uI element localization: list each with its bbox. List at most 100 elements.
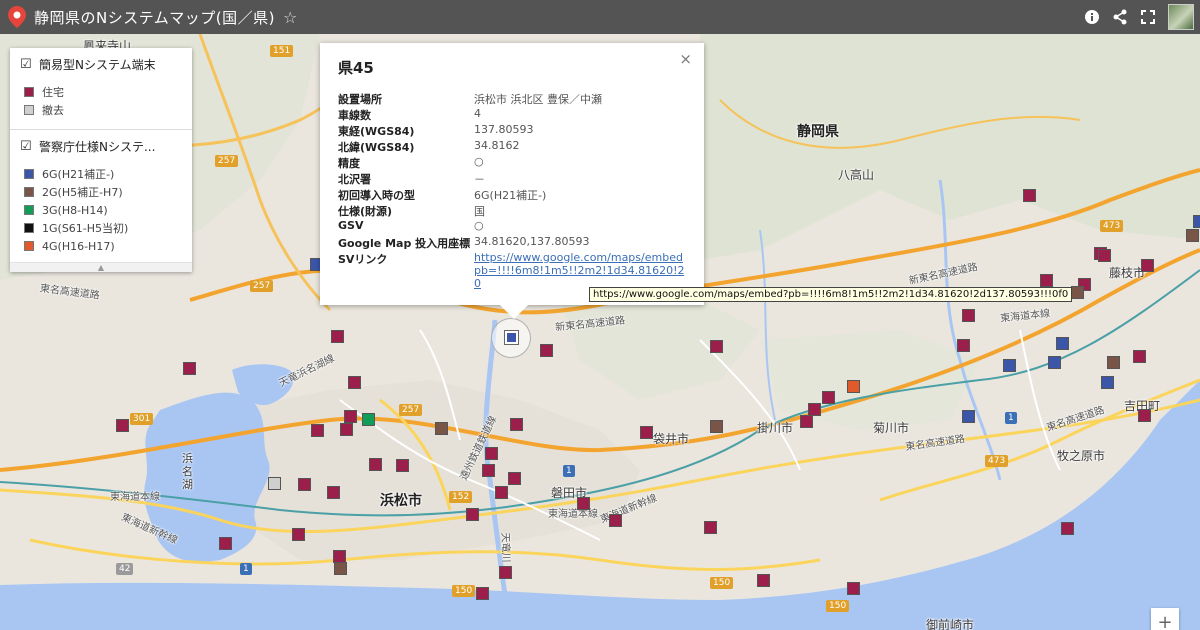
- road-shield: 42: [116, 563, 134, 575]
- map-marker[interactable]: [1098, 249, 1111, 262]
- map-marker[interactable]: [396, 459, 409, 472]
- map-marker[interactable]: [482, 464, 495, 477]
- layer-title[interactable]: 警察庁仕様Nシステ...: [39, 138, 155, 155]
- legend-label: 1G(S61-H5当初): [42, 222, 129, 235]
- user-avatar[interactable]: [1168, 4, 1194, 30]
- map-marker[interactable]: [962, 410, 975, 423]
- map-marker[interactable]: [311, 424, 324, 437]
- sv-link[interactable]: pb=!!!!6m8!1m5!!2m2!1d34.81620!2d137: [474, 264, 684, 277]
- attribute-value: 浜松市 浜北区 豊保／中瀬: [474, 93, 602, 106]
- map-marker[interactable]: [495, 486, 508, 499]
- map-marker[interactable]: [577, 497, 590, 510]
- map-marker[interactable]: [1141, 259, 1154, 272]
- map-marker[interactable]: [499, 566, 512, 579]
- legend-swatch: [24, 105, 34, 115]
- map-marker[interactable]: [822, 391, 835, 404]
- map-marker[interactable]: [1040, 274, 1053, 287]
- legend-collapse-handle[interactable]: ▲: [10, 262, 192, 272]
- map-marker[interactable]: [268, 477, 281, 490]
- map-marker[interactable]: [609, 514, 622, 527]
- road-shield: 1: [563, 465, 575, 477]
- layer-checkbox[interactable]: ☑: [20, 140, 33, 153]
- map-marker[interactable]: [292, 528, 305, 541]
- map-marker[interactable]: [219, 537, 232, 550]
- map-marker[interactable]: [540, 344, 553, 357]
- sv-link[interactable]: https://www.google.com/maps/embed: [474, 251, 684, 264]
- map-marker[interactable]: [510, 418, 523, 431]
- map-marker[interactable]: [435, 422, 448, 435]
- map-marker[interactable]: [962, 309, 975, 322]
- road-shield: 1: [240, 563, 252, 575]
- map-marker[interactable]: [1048, 356, 1061, 369]
- star-icon[interactable]: ☆: [283, 8, 297, 27]
- close-icon[interactable]: ×: [679, 50, 692, 68]
- map-marker[interactable]: [1133, 350, 1146, 363]
- map-marker-selected[interactable]: [505, 331, 518, 344]
- zoom-in-button[interactable]: +: [1151, 608, 1179, 630]
- map-marker[interactable]: [331, 330, 344, 343]
- map-marker[interactable]: [710, 420, 723, 433]
- legend-item[interactable]: 2G(H5補正-H7): [20, 183, 182, 201]
- map-marker[interactable]: [508, 472, 521, 485]
- map-marker[interactable]: [957, 339, 970, 352]
- legend-layer-2: ☑ 警察庁仕様Nシステ... 6G(H21補正-) 2G(H5補正-H7) 3G…: [10, 130, 192, 261]
- legend-swatch: [24, 205, 34, 215]
- legend-item[interactable]: 撤去: [20, 101, 182, 119]
- legend-item[interactable]: 4G(H16-H17): [20, 237, 182, 255]
- map-marker[interactable]: [1101, 376, 1114, 389]
- map-marker[interactable]: [369, 458, 382, 471]
- map-marker[interactable]: [640, 426, 653, 439]
- attribute-row: Google Map 投入用座標 34.81620,137.80593: [338, 235, 684, 251]
- legend-label: 撤去: [42, 104, 64, 117]
- legend-swatch: [24, 169, 34, 179]
- legend-swatch: [24, 241, 34, 251]
- legend-item[interactable]: 6G(H21補正-): [20, 165, 182, 183]
- map-marker[interactable]: [485, 447, 498, 460]
- info-window-tail: [500, 305, 528, 319]
- map-marker[interactable]: [1056, 337, 1069, 350]
- fullscreen-icon[interactable]: [1140, 9, 1156, 25]
- map-marker[interactable]: [847, 380, 860, 393]
- map-marker[interactable]: [1193, 215, 1200, 228]
- map-marker[interactable]: [847, 582, 860, 595]
- map-marker[interactable]: [710, 340, 723, 353]
- map-marker[interactable]: [1138, 409, 1151, 422]
- map-marker[interactable]: [183, 362, 196, 375]
- map-marker[interactable]: [1186, 229, 1199, 242]
- map-marker[interactable]: [362, 413, 375, 426]
- map-marker[interactable]: [476, 587, 489, 600]
- map-marker[interactable]: [327, 486, 340, 499]
- info-icon[interactable]: [1084, 9, 1100, 25]
- map-marker[interactable]: [1003, 359, 1016, 372]
- map-marker[interactable]: [1071, 286, 1084, 299]
- legend-item[interactable]: 住宅: [20, 83, 182, 101]
- legend-item[interactable]: 1G(S61-H5当初): [20, 219, 182, 237]
- attribute-key: SVリンク: [338, 253, 388, 266]
- attribute-value: 137.80593: [474, 123, 534, 136]
- layer-checkbox[interactable]: ☑: [20, 58, 33, 71]
- map-marker[interactable]: [116, 419, 129, 432]
- attribute-key: 北沢署: [338, 173, 371, 186]
- map-marker[interactable]: [348, 376, 361, 389]
- map-marker[interactable]: [340, 423, 353, 436]
- legend-layer-1: ☑ 簡易型Nシステム端末 住宅 撤去: [10, 48, 192, 125]
- legend-label: 住宅: [42, 86, 64, 99]
- map-marker[interactable]: [1061, 522, 1074, 535]
- map-marker[interactable]: [800, 415, 813, 428]
- map-marker[interactable]: [298, 478, 311, 491]
- map-marker[interactable]: [1107, 356, 1120, 369]
- attribute-row: GSV ○: [338, 219, 684, 235]
- legend-item[interactable]: 3G(H8-H14): [20, 201, 182, 219]
- map-marker[interactable]: [334, 562, 347, 575]
- share-icon[interactable]: [1112, 9, 1128, 25]
- attribute-key: Google Map 投入用座標: [338, 237, 471, 250]
- map-marker[interactable]: [704, 521, 717, 534]
- label-fujieda: 藤枝市: [1109, 266, 1146, 280]
- map-marker[interactable]: [1023, 189, 1036, 202]
- map-marker[interactable]: [757, 574, 770, 587]
- attribute-row: 車線数 4: [338, 107, 684, 123]
- map-marker[interactable]: [466, 508, 479, 521]
- map-title: 静岡県のNシステムマップ(国／県): [34, 8, 275, 27]
- map-marker[interactable]: [344, 410, 357, 423]
- layer-title[interactable]: 簡易型Nシステム端末: [39, 56, 156, 73]
